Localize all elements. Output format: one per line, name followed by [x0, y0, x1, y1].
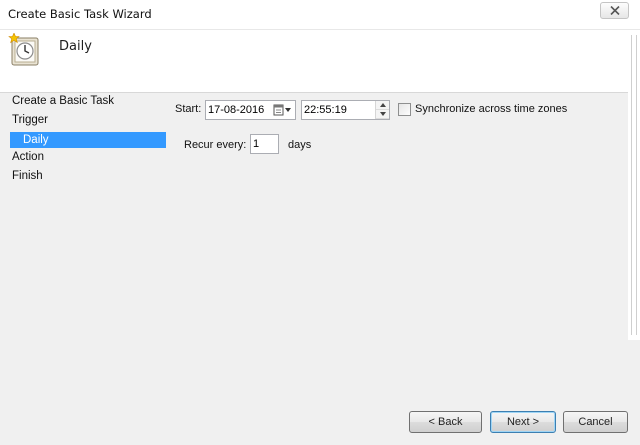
window-title: Create Basic Task Wizard [8, 7, 152, 21]
step-finish[interactable]: Finish [12, 170, 43, 182]
step-action[interactable]: Action [12, 151, 44, 163]
recur-unit-label: days [288, 139, 312, 151]
time-spinner[interactable] [375, 101, 389, 119]
page-title: Daily [59, 39, 92, 54]
start-time-value: 22:55:19 [304, 104, 347, 116]
spin-down-icon[interactable] [376, 110, 389, 119]
title-bar: Create Basic Task Wizard [0, 0, 640, 30]
step-trigger[interactable]: Trigger [12, 114, 48, 126]
wizard-header: Daily [0, 30, 628, 93]
recur-days-input[interactable]: 1 [250, 134, 279, 154]
start-label: Start: [175, 103, 202, 115]
spin-up-icon[interactable] [376, 101, 389, 110]
task-clock-icon [8, 33, 39, 66]
sync-timezones-label[interactable]: Synchronize across time zones [415, 103, 567, 115]
calendar-dropdown-icon[interactable] [272, 102, 294, 118]
close-icon [610, 6, 620, 15]
next-button[interactable]: Next > [490, 411, 556, 433]
step-create-basic-task[interactable]: Create a Basic Task [12, 95, 114, 107]
start-date-picker[interactable]: 17-08-2016 [205, 100, 296, 120]
start-time-input[interactable]: 22:55:19 [301, 100, 390, 120]
cancel-button[interactable]: Cancel [563, 411, 628, 433]
back-button[interactable]: < Back [409, 411, 482, 433]
header-scrollbar[interactable] [628, 30, 640, 340]
recur-days-value: 1 [253, 138, 260, 150]
step-daily[interactable]: Daily [10, 132, 166, 148]
start-date-value: 17-08-2016 [208, 104, 265, 116]
wizard-window: Create Basic Task Wizard Daily Create a … [0, 0, 640, 445]
close-button[interactable] [600, 2, 629, 19]
recur-every-label: Recur every: [184, 139, 247, 151]
sync-timezones-checkbox[interactable] [398, 103, 411, 116]
